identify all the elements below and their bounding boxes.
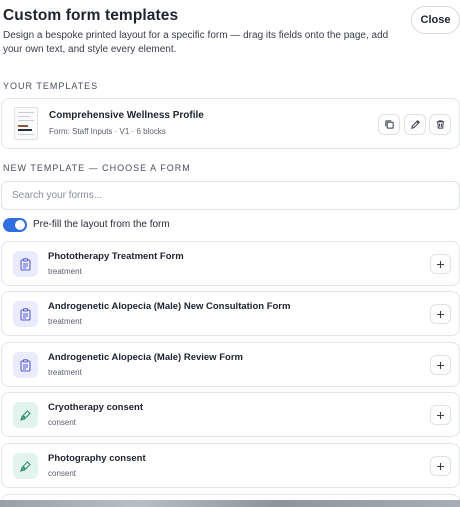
- pen-icon: [20, 409, 31, 421]
- clipboard-icon: [20, 358, 31, 372]
- template-thumbnail: [14, 107, 38, 140]
- template-meta: Form: Staff Inputs · V1 · 6 blocks: [49, 127, 166, 136]
- form-category: consent: [48, 469, 77, 478]
- search-forms-input[interactable]: [1, 181, 460, 210]
- plus-icon: [437, 462, 444, 470]
- add-form-button[interactable]: [430, 405, 451, 425]
- add-form-button[interactable]: [430, 304, 451, 324]
- close-button[interactable]: Close: [411, 6, 460, 34]
- edit-button[interactable]: [404, 114, 426, 135]
- form-name: Androgenetic Alopecia (Male) Review Form: [48, 352, 243, 363]
- delete-icon: [436, 120, 444, 129]
- your-templates-heading: YOUR TEMPLATES: [3, 81, 99, 91]
- form-name: Phototherapy Treatment Form: [48, 251, 184, 262]
- form-name: Androgenetic Alopecia (Male) New Consult…: [48, 301, 291, 312]
- background-strip: [0, 500, 460, 507]
- duplicate-icon: [384, 120, 394, 129]
- form-item[interactable]: Androgenetic Alopecia (Male) New Consult…: [1, 291, 460, 336]
- clipboard-icon: [20, 257, 31, 271]
- new-template-heading: NEW TEMPLATE — CHOOSE A FORM: [3, 163, 191, 173]
- plus-icon: [437, 310, 444, 318]
- custom-templates-dialog: Custom form templates Design a bespoke p…: [0, 0, 460, 507]
- template-name: Comprehensive Wellness Profile: [49, 110, 204, 121]
- add-form-button[interactable]: [430, 456, 451, 476]
- toggle-knob: [15, 220, 25, 230]
- add-form-button[interactable]: [430, 355, 451, 375]
- form-type-badge: [13, 402, 38, 428]
- form-item[interactable]: Androgenetic Alopecia (Male) Review Form…: [1, 342, 460, 387]
- form-type-badge: [13, 352, 38, 378]
- form-name: Photography consent: [48, 453, 146, 464]
- add-form-button[interactable]: [430, 254, 451, 274]
- prefill-label: Pre-fill the layout from the form: [33, 219, 170, 230]
- delete-button[interactable]: [429, 114, 451, 135]
- form-item[interactable]: Cryotherapy consent consent: [1, 392, 460, 437]
- form-type-badge: [13, 251, 38, 277]
- pen-icon: [20, 460, 31, 472]
- prefill-toggle[interactable]: [3, 218, 27, 232]
- dialog-title: Custom form templates: [3, 7, 179, 24]
- form-item[interactable]: Photography consent consent: [1, 443, 460, 488]
- plus-icon: [437, 411, 444, 419]
- clipboard-icon: [20, 307, 31, 321]
- duplicate-button[interactable]: [378, 114, 400, 135]
- form-type-badge: [13, 301, 38, 327]
- plus-icon: [437, 361, 444, 369]
- form-category: consent: [48, 418, 77, 427]
- form-item[interactable]: Phototherapy Treatment Form treatment: [1, 241, 460, 286]
- dialog-description: Design a bespoke printed layout for a sp…: [3, 30, 389, 55]
- form-category: treatment: [48, 267, 82, 276]
- edit-icon: [410, 120, 420, 129]
- form-category: treatment: [48, 317, 82, 326]
- form-name: Cryotherapy consent: [48, 402, 144, 413]
- form-category: treatment: [48, 368, 82, 377]
- plus-icon: [437, 260, 444, 268]
- form-type-badge: [13, 453, 38, 479]
